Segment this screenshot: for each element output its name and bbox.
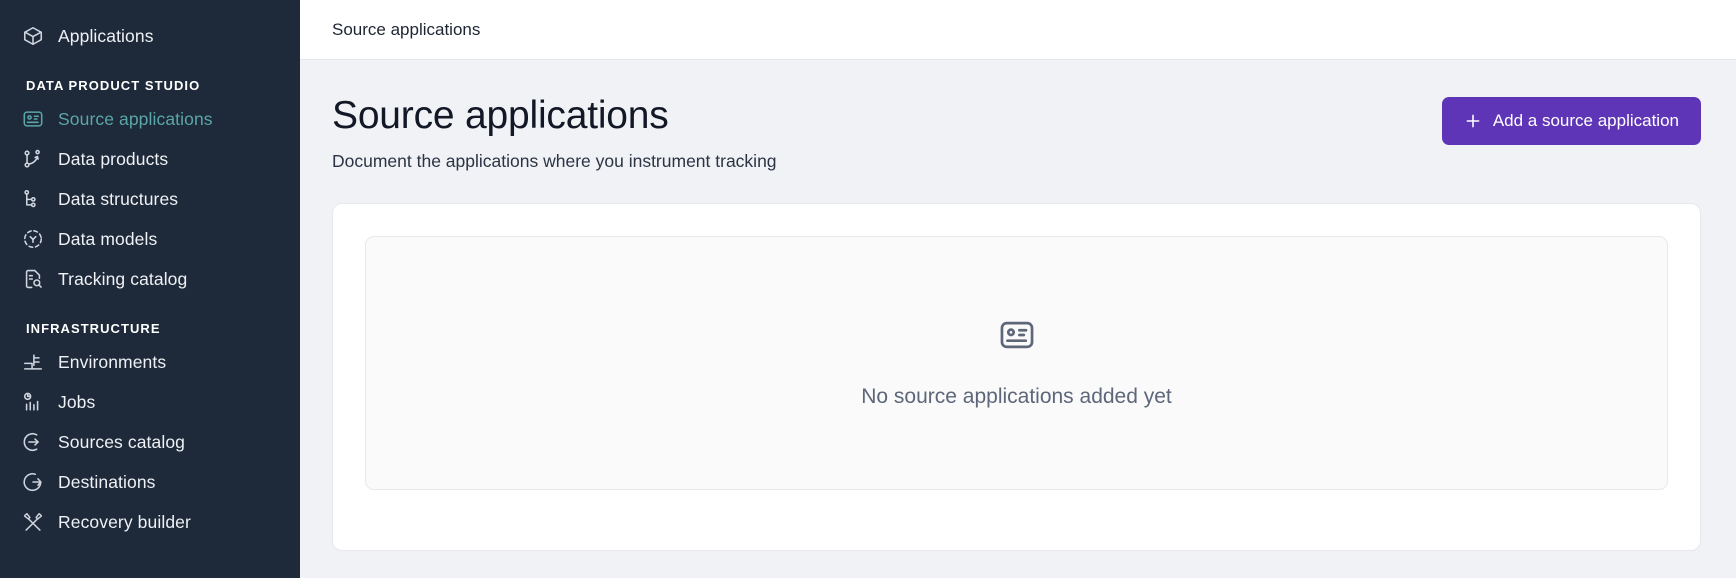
arrow-into-circle-icon	[22, 431, 44, 453]
empty-state: No source applications added yet	[365, 235, 1668, 490]
sidebar-item-sources-catalog[interactable]: Sources catalog	[0, 422, 300, 462]
data-structures-icon	[22, 188, 44, 210]
sidebar-item-label: Source applications	[58, 108, 213, 129]
main-area: Source applications Source applications …	[300, 0, 1736, 578]
sidebar-item-source-applications[interactable]: Source applications	[0, 99, 300, 139]
add-source-application-label: Add a source application	[1492, 111, 1679, 130]
environments-icon	[22, 351, 44, 373]
sidebar-item-data-models[interactable]: Data models	[0, 219, 300, 259]
empty-state-message: No source applications added yet	[861, 385, 1172, 409]
data-models-icon	[22, 228, 44, 250]
page-title: Source applications	[332, 94, 669, 137]
sidebar-item-label: Data products	[58, 148, 169, 169]
sidebar-item-environments[interactable]: Environments	[0, 342, 300, 382]
page-subtitle: Document the applications where you inst…	[332, 150, 777, 171]
sidebar-item-label: Recovery builder	[58, 511, 191, 532]
id-card-icon	[22, 108, 44, 130]
id-card-icon	[998, 316, 1036, 359]
sidebar-item-recovery-builder[interactable]: Recovery builder	[0, 502, 300, 542]
jobs-chart-icon	[22, 391, 44, 413]
sidebar-item-label: Sources catalog	[58, 431, 185, 452]
data-products-icon	[22, 148, 44, 170]
source-applications-card: No source applications added yet	[332, 202, 1701, 551]
wrench-cross-icon	[22, 511, 44, 533]
topbar: Source applications	[300, 0, 1736, 60]
sidebar-item-label: Data models	[58, 228, 158, 249]
sidebar-item-jobs[interactable]: Jobs	[0, 382, 300, 422]
sidebar-item-tracking-catalog[interactable]: Tracking catalog	[0, 259, 300, 299]
sidebar-item-data-products[interactable]: Data products	[0, 139, 300, 179]
document-search-icon	[22, 268, 44, 290]
sidebar-section-title: DATA PRODUCT STUDIO	[26, 78, 201, 93]
sidebar-item-destinations[interactable]: Destinations	[0, 462, 300, 502]
page-header-text: Source applications Document the applica…	[332, 94, 777, 172]
sidebar-item-label: Jobs	[58, 391, 96, 412]
sidebar-item-label: Applications	[58, 25, 154, 46]
sidebar-item-label: Tracking catalog	[58, 268, 188, 289]
sidebar-item-label: Data structures	[58, 188, 179, 209]
app-root: Applications DATA PRODUCT STUDIO Source …	[0, 0, 1736, 578]
sidebar-section-title: INFRASTRUCTURE	[26, 321, 161, 336]
sidebar: Applications DATA PRODUCT STUDIO Source …	[0, 0, 300, 578]
sidebar-item-data-structures[interactable]: Data structures	[0, 179, 300, 219]
sidebar-item-label: Environments	[58, 351, 167, 372]
sidebar-item-applications[interactable]: Applications	[0, 16, 300, 56]
page-content: Source applications Document the applica…	[300, 60, 1736, 578]
cube-icon	[22, 25, 44, 47]
breadcrumb: Source applications	[332, 19, 481, 39]
arrow-out-of-circle-icon	[22, 471, 44, 493]
sidebar-item-label: Destinations	[58, 471, 156, 492]
add-source-application-button[interactable]: Add a source application	[1441, 97, 1701, 145]
page-header: Source applications Document the applica…	[332, 94, 1701, 172]
plus-icon	[1464, 112, 1482, 130]
